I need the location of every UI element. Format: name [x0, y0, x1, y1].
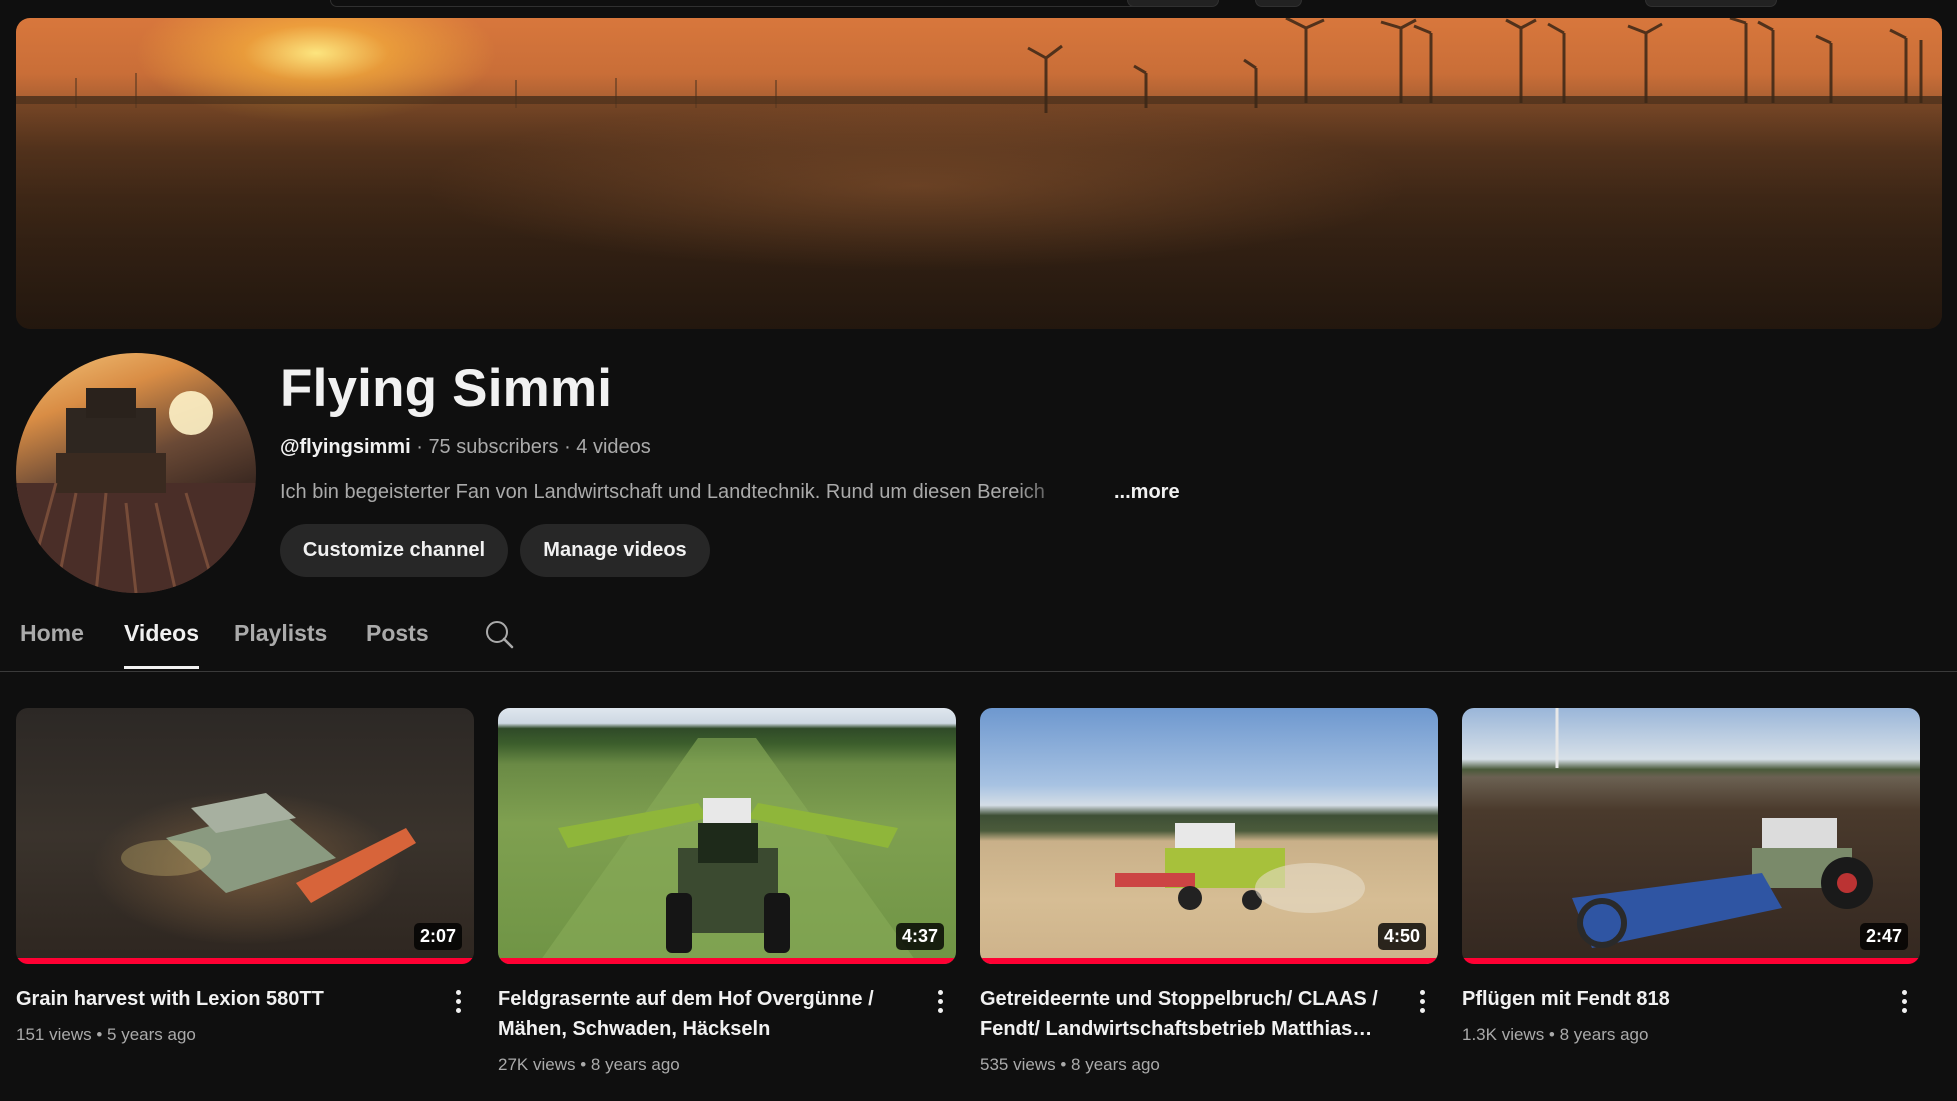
- upload-age: 5 years ago: [107, 1025, 196, 1044]
- tab-playlists[interactable]: Playlists: [234, 620, 327, 647]
- customize-channel-button[interactable]: Customize channel: [280, 524, 508, 577]
- description-more-link[interactable]: ...more: [1114, 481, 1180, 504]
- mic-button-remnant[interactable]: [1255, 0, 1302, 7]
- video-thumbnail[interactable]: 4:37: [498, 708, 956, 964]
- video-thumbnail[interactable]: 2:07: [16, 708, 474, 964]
- watch-progress-bar: [980, 958, 1438, 964]
- video-stats: 1.3K views • 8 years ago: [1462, 1025, 1649, 1044]
- watch-progress-bar: [16, 958, 474, 964]
- video-card[interactable]: 2:07 Grain harvest with Lexion 580TT 151…: [16, 708, 474, 1044]
- video-count: 4 videos: [576, 436, 651, 458]
- video-thumbnail[interactable]: 2:47: [1462, 708, 1920, 964]
- video-stats: 27K views • 8 years ago: [498, 1055, 680, 1074]
- video-stats: 535 views • 8 years ago: [980, 1055, 1160, 1074]
- upload-age: 8 years ago: [1071, 1055, 1160, 1074]
- upload-age: 8 years ago: [1559, 1025, 1649, 1044]
- meta-separator: ·: [564, 436, 571, 458]
- video-title[interactable]: Feldgrasernte auf dem Hof Overgünne / Mä…: [498, 984, 898, 1044]
- more-vert-icon[interactable]: [1892, 986, 1916, 1016]
- claas-combine-image: [1115, 823, 1365, 913]
- more-vert-icon[interactable]: [1410, 986, 1434, 1016]
- video-duration: 4:50: [1377, 923, 1426, 950]
- channel-name: Flying Simmi: [280, 359, 613, 418]
- video-duration: 4:37: [895, 923, 944, 950]
- channel-description[interactable]: Ich bin begeisterter Fan von Landwirtsch…: [280, 481, 1080, 504]
- create-button-remnant[interactable]: [1645, 0, 1777, 7]
- tab-videos[interactable]: Videos: [124, 620, 199, 669]
- channel-banner: [16, 18, 1942, 329]
- channel-avatar[interactable]: [16, 353, 256, 593]
- meta-separator: ·: [416, 436, 423, 458]
- channel-description-text: Ich bin begeisterter Fan von Landwirtsch…: [280, 481, 1045, 503]
- view-count: 27K views: [498, 1055, 576, 1074]
- wind-turbines-silhouette: [16, 18, 1942, 113]
- search-icon[interactable]: [484, 619, 514, 649]
- video-card[interactable]: 4:50 Getreideernte und Stoppelbruch/ CLA…: [980, 708, 1438, 1074]
- video-duration: 2:07: [413, 923, 462, 950]
- watch-progress-bar: [498, 958, 956, 964]
- search-button-remnant[interactable]: [1127, 0, 1219, 7]
- manage-videos-button[interactable]: Manage videos: [520, 524, 710, 577]
- watch-progress-bar: [1462, 958, 1920, 964]
- channel-handle: @flyingsimmi: [280, 436, 411, 458]
- video-card[interactable]: 4:37 Feldgrasernte auf dem Hof Overgünne…: [498, 708, 956, 1074]
- combine-harvester-image: [121, 793, 416, 903]
- video-title[interactable]: Pflügen mit Fendt 818: [1462, 984, 1862, 1014]
- more-vert-icon[interactable]: [446, 986, 470, 1016]
- tab-posts[interactable]: Posts: [366, 620, 429, 647]
- video-card[interactable]: 2:47 Pflügen mit Fendt 818 1.3K views • …: [1462, 708, 1920, 1044]
- video-title[interactable]: Getreideernte und Stoppelbruch/ CLAAS / …: [980, 984, 1380, 1044]
- fendt-plough-image: [1555, 708, 1873, 948]
- tractor-sunset-image: [16, 388, 256, 593]
- video-stats: 151 views • 5 years ago: [16, 1025, 196, 1044]
- tractor-rake-image: [538, 738, 918, 964]
- view-count: 535 views: [980, 1055, 1056, 1074]
- tab-home[interactable]: Home: [20, 620, 84, 647]
- video-duration: 2:47: [1859, 923, 1908, 950]
- video-title[interactable]: Grain harvest with Lexion 580TT: [16, 984, 416, 1014]
- view-count: 151 views: [16, 1025, 92, 1044]
- subscriber-count: 75 subscribers: [428, 436, 559, 458]
- channel-tabs: Home Videos Playlists Posts: [0, 610, 1957, 672]
- upload-age: 8 years ago: [590, 1055, 680, 1074]
- search-bar-remnant[interactable]: [330, 0, 1217, 7]
- view-count: 1.3K views: [1462, 1025, 1545, 1044]
- video-thumbnail[interactable]: 4:50: [980, 708, 1438, 964]
- more-vert-icon[interactable]: [928, 986, 952, 1016]
- channel-meta: @flyingsimmi · 75 subscribers · 4 videos: [280, 436, 651, 459]
